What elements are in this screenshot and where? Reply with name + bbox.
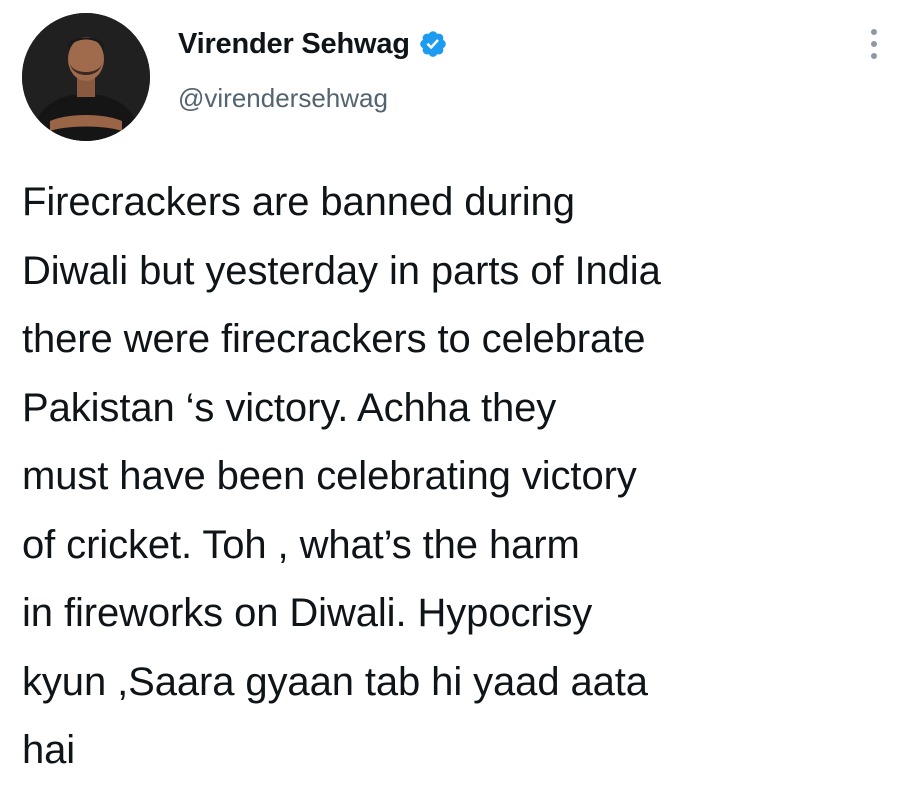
tweet-text-line: hai bbox=[22, 728, 76, 772]
author-name-row: Virender Sehwag bbox=[178, 26, 448, 62]
tweet-text-line: there were firecrackers to celebrate bbox=[22, 317, 646, 361]
author-handle[interactable]: @virendersehwag bbox=[178, 83, 388, 114]
tweet-text-line: kyun ,Saara gyaan tab hi yaad aata bbox=[22, 659, 648, 704]
tweet-text: Firecrackers are banned during Diwali bu… bbox=[22, 168, 890, 785]
verified-badge-icon bbox=[418, 29, 448, 59]
avatar-image bbox=[22, 13, 150, 141]
tweet-card: Virender Sehwag @virendersehwag Firecrac… bbox=[0, 0, 910, 774]
tweet-text-line: must have been celebrating victory bbox=[22, 454, 637, 498]
avatar[interactable] bbox=[22, 13, 150, 141]
more-options-icon[interactable] bbox=[862, 24, 886, 64]
tweet-text-line: in fireworks on Diwali. Hypocrisy bbox=[22, 591, 593, 635]
author-name[interactable]: Virender Sehwag bbox=[178, 28, 410, 61]
tweet-text-line: Diwali but yesterday in parts of India bbox=[22, 248, 661, 293]
tweet-text-line: Pakistan ‘s victory. Achha they bbox=[22, 385, 557, 430]
tweet-text-line: of cricket. Toh , what’s the harm bbox=[22, 522, 580, 567]
tweet-text-line: Firecrackers are banned during bbox=[22, 180, 575, 224]
